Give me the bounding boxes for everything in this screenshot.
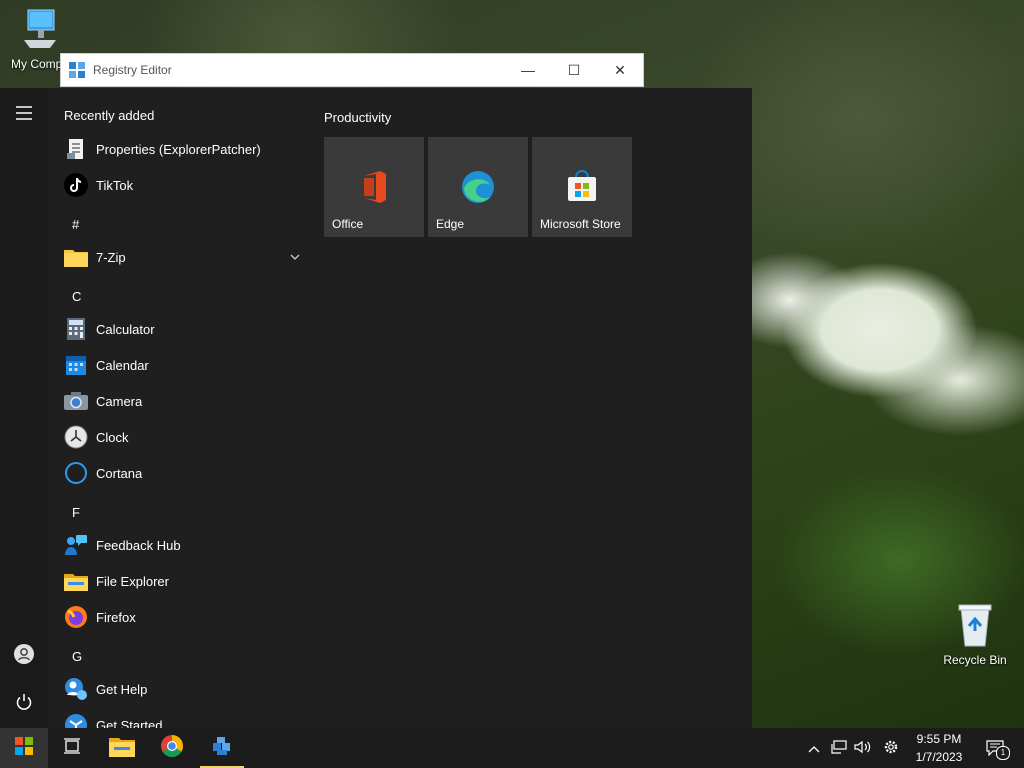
registry-editor-icon: [211, 735, 233, 762]
start-button[interactable]: [0, 728, 48, 768]
tile-edge[interactable]: Edge: [428, 137, 528, 237]
properties-icon: [64, 137, 88, 161]
section-letter-f[interactable]: F: [72, 505, 80, 520]
clock-date: 1/7/2023: [915, 750, 963, 764]
office-icon: [356, 169, 392, 205]
app-label: Get Started: [96, 717, 163, 729]
recycle-bin-icon: [935, 602, 1015, 651]
app-label: TikTok: [96, 177, 134, 193]
registry-editor-taskbar-button[interactable]: [198, 728, 246, 768]
gear-icon: [883, 739, 899, 758]
app-label: 7-Zip: [96, 249, 126, 265]
network-button[interactable]: [828, 728, 850, 768]
section-letter-hash[interactable]: #: [72, 217, 79, 232]
app-list[interactable]: Recently added Properties (ExplorerPatch…: [48, 88, 310, 728]
chrome-taskbar-button[interactable]: [148, 728, 196, 768]
file-explorer-taskbar-button[interactable]: [98, 728, 146, 768]
action-center-button[interactable]: 1: [980, 728, 1010, 768]
app-label: Firefox: [96, 609, 136, 625]
app-item-cortana[interactable]: Cortana: [48, 455, 310, 491]
app-item-calculator[interactable]: Calculator: [48, 311, 310, 347]
hamburger-icon: [15, 105, 33, 125]
window-title: Registry Editor: [93, 63, 172, 77]
recycle-bin-desktop-icon[interactable]: Recycle Bin: [935, 602, 1015, 667]
feedback-hub-icon: [64, 533, 88, 557]
section-letter-c[interactable]: C: [72, 289, 81, 304]
tile-label: Microsoft Store: [540, 217, 621, 231]
start-menu: Recently added Properties (ExplorerPatch…: [0, 88, 752, 728]
folder-icon: [109, 735, 135, 762]
power-button[interactable]: [0, 684, 48, 724]
tile-office[interactable]: Office: [324, 137, 424, 237]
notification-count-badge: 1: [996, 746, 1010, 760]
chevron-down-icon[interactable]: [290, 251, 300, 263]
app-label: Feedback Hub: [96, 537, 181, 553]
app-label: Calculator: [96, 321, 155, 337]
show-hidden-icons-button[interactable]: [804, 728, 824, 768]
app-item-get-started[interactable]: Get Started: [48, 707, 310, 728]
app-item-7zip[interactable]: 7-Zip: [48, 239, 310, 275]
maximize-button[interactable]: ☐: [551, 54, 597, 86]
camera-icon: [64, 389, 88, 413]
edge-icon: [460, 169, 496, 205]
calendar-icon: [64, 353, 88, 377]
section-letter-g[interactable]: G: [72, 649, 82, 664]
app-item-camera[interactable]: Camera: [48, 383, 310, 419]
chevron-up-icon: [808, 741, 820, 756]
task-view-button[interactable]: [48, 728, 96, 768]
taskbar-clock[interactable]: 9:55 PM 1/7/2023: [904, 730, 974, 766]
desktop-icon-label: Recycle Bin: [943, 653, 1007, 667]
tile-label: Edge: [436, 217, 465, 231]
hamburger-menu-button[interactable]: [0, 95, 48, 135]
app-label: Clock: [96, 429, 129, 445]
user-account-button[interactable]: [0, 636, 48, 676]
app-item-tiktok[interactable]: TikTok: [48, 167, 310, 203]
calculator-icon: [64, 317, 88, 341]
power-icon: [15, 693, 33, 716]
app-label: Get Help: [96, 681, 148, 697]
recently-added-header: Recently added: [64, 108, 155, 123]
user-icon: [13, 643, 35, 670]
settings-tray-button[interactable]: [880, 728, 902, 768]
app-item-get-help[interactable]: Get Help: [48, 671, 310, 707]
folder-icon: [64, 245, 88, 269]
app-item-firefox[interactable]: Firefox: [48, 599, 310, 635]
app-item-feedback-hub[interactable]: Feedback Hub: [48, 527, 310, 563]
tiktok-icon: [64, 173, 88, 197]
tile-label: Office: [332, 217, 364, 231]
app-label: Cortana: [96, 465, 143, 481]
firefox-icon: [64, 605, 88, 629]
task-view-icon: [63, 737, 81, 759]
speaker-icon: [854, 740, 872, 757]
start-menu-rail: [0, 88, 48, 728]
app-label: Camera: [96, 393, 143, 409]
clock-icon: [64, 425, 88, 449]
store-icon: [564, 169, 600, 205]
tile-microsoft-store[interactable]: Microsoft Store: [532, 137, 632, 237]
registry-editor-icon: [69, 62, 85, 78]
notification-icon: 1: [986, 740, 1010, 760]
get-started-icon: [64, 713, 88, 728]
app-label: Calendar: [96, 357, 149, 373]
app-item-calendar[interactable]: Calendar: [48, 347, 310, 383]
computer-icon: [0, 8, 80, 55]
app-item-file-explorer[interactable]: File Explorer: [48, 563, 310, 599]
app-item-properties[interactable]: Properties (ExplorerPatcher): [48, 131, 310, 167]
get-help-icon: [64, 677, 88, 701]
app-label: Properties (ExplorerPatcher): [96, 141, 261, 157]
app-label: File Explorer: [96, 573, 169, 589]
clock-time: 9:55 PM: [916, 732, 962, 746]
chrome-icon: [160, 734, 184, 763]
cortana-icon: [64, 461, 88, 485]
app-item-clock[interactable]: Clock: [48, 419, 310, 455]
close-button[interactable]: ✕: [597, 54, 643, 86]
windows-logo-icon: [15, 736, 33, 760]
taskbar: 9:55 PM 1/7/2023 1: [0, 728, 1024, 768]
volume-button[interactable]: [852, 728, 874, 768]
network-icon: [831, 739, 847, 757]
minimize-button[interactable]: —: [505, 54, 551, 86]
tile-group-title[interactable]: Productivity: [324, 110, 391, 125]
registry-editor-titlebar[interactable]: Registry Editor — ☐ ✕: [60, 53, 644, 87]
folder-icon: [64, 569, 88, 593]
